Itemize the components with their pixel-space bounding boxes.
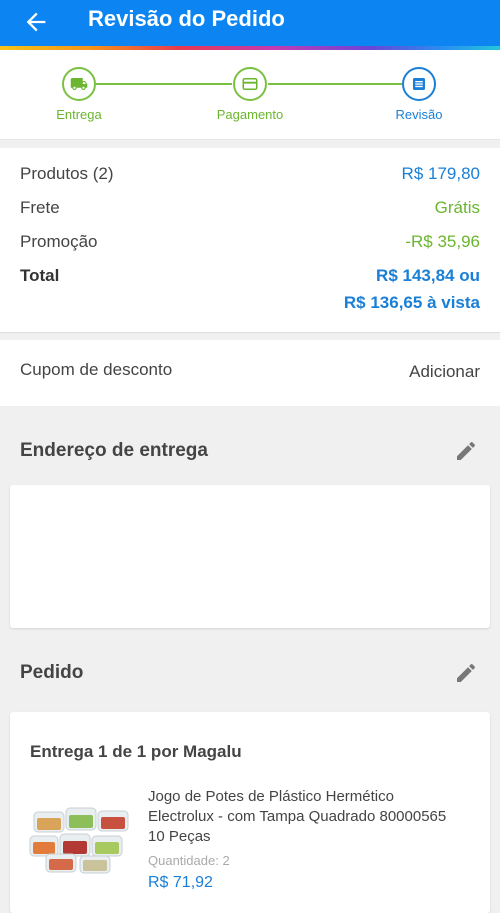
order-section-title: Pedido — [20, 662, 84, 683]
total-cash: R$ 136,65 à vista — [343, 293, 480, 312]
step-connector — [268, 83, 402, 85]
credit-card-icon — [242, 78, 258, 90]
arrow-left-icon[interactable] — [22, 8, 50, 36]
step-entrega[interactable] — [62, 67, 96, 101]
app-bar: Revisão do Pedido — [0, 0, 500, 46]
order-summary: Produtos (2) R$ 179,80 Frete Grátis Prom… — [0, 148, 500, 333]
product-quantity: Quantidade: 2 — [148, 853, 230, 868]
products-value: R$ 179,80 — [401, 164, 480, 183]
total-value: R$ 143,84 ou R$ 136,65 à vista — [344, 262, 480, 316]
total-installment: R$ 143,84 ou — [376, 266, 480, 285]
product-image[interactable] — [28, 802, 138, 874]
product-name[interactable]: Jogo de Potes de Plástico Hermético Elec… — [148, 787, 448, 847]
shipping-label: Frete — [20, 198, 60, 217]
truck-icon — [70, 78, 88, 90]
address-card — [10, 485, 490, 628]
step-label-revisao: Revisão — [395, 107, 443, 122]
summary-products-row: Produtos (2) R$ 179,80 — [20, 164, 480, 186]
products-label: Produtos (2) — [20, 164, 114, 183]
list-icon — [413, 78, 425, 90]
step-connector — [96, 83, 232, 85]
add-coupon-button[interactable]: Adicionar — [409, 362, 480, 382]
promo-value: -R$ 35,96 — [405, 232, 480, 251]
page-title: Revisão do Pedido — [88, 6, 285, 31]
step-revisao[interactable] — [402, 67, 436, 101]
promo-label: Promoção — [20, 232, 98, 251]
address-section-title: Endereço de entrega — [20, 440, 208, 461]
product-price: R$ 71,92 — [148, 874, 213, 891]
summary-promo-row: Promoção -R$ 35,96 — [20, 232, 480, 254]
summary-shipping-row: Frete Grátis — [20, 198, 480, 220]
edit-order-icon[interactable] — [454, 661, 478, 685]
checkout-stepper: Entrega Pagamento Revisão — [0, 50, 500, 140]
edit-address-icon[interactable] — [454, 439, 478, 463]
coupon-label: Cupom de desconto — [20, 360, 173, 379]
total-label: Total — [20, 266, 60, 285]
delivery-title: Entrega 1 de 1 por Magalu — [30, 742, 242, 761]
order-card: Entrega 1 de 1 por Magalu Jogo de Potes … — [10, 712, 490, 913]
coupon-row[interactable]: Cupom de desconto Adicionar — [0, 340, 500, 406]
step-label-entrega: Entrega — [56, 107, 102, 122]
shipping-value: Grátis — [434, 198, 480, 217]
step-pagamento[interactable] — [233, 67, 267, 101]
step-label-pagamento: Pagamento — [216, 107, 284, 122]
